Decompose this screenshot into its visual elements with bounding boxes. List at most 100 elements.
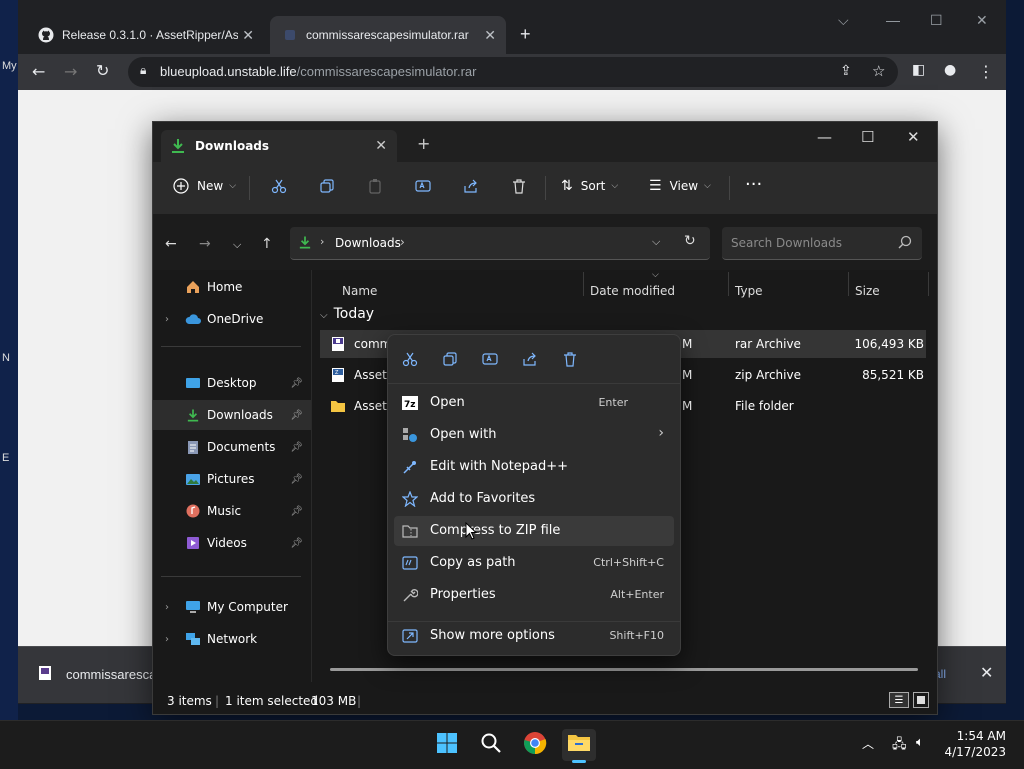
chrome-tab-download[interactable]: commissarescapesimulator.rar ✕ [270, 16, 506, 54]
chevron-right-icon[interactable]: › [165, 602, 169, 613]
close-button[interactable]: ✕ [976, 12, 988, 29]
close-icon[interactable]: ✕ [375, 138, 387, 154]
column-separator[interactable] [583, 272, 584, 296]
back-arrow-icon[interactable]: ← [165, 236, 177, 252]
menu-item-add-favorites[interactable]: Add to Favorites [394, 484, 674, 514]
nav-label: Documents [207, 440, 276, 454]
pin-icon[interactable]: 📌︎ [290, 378, 303, 389]
close-icon[interactable]: ✕ [980, 663, 993, 682]
volume-icon[interactable]: 🔈︎ [916, 735, 924, 750]
horizontal-scrollbar[interactable] [330, 668, 918, 671]
nav-item-documents[interactable]: Documents 📌︎ [153, 432, 311, 462]
chevron-right-icon[interactable]: › [165, 634, 169, 645]
menu-item-open[interactable]: 7z Open Enter [394, 388, 674, 418]
forward-arrow-icon[interactable]: → [64, 62, 77, 81]
cut-button[interactable] [400, 349, 420, 369]
forward-arrow-icon[interactable]: → [199, 236, 211, 252]
menu-dots-icon[interactable]: ⋮ [978, 62, 994, 81]
close-icon[interactable]: ✕ [242, 27, 254, 44]
new-tab-button[interactable]: + [520, 24, 531, 45]
copy-button[interactable] [440, 349, 460, 369]
column-separator[interactable] [928, 272, 929, 296]
lock-icon[interactable]: 🔒︎ [140, 63, 146, 78]
share-button[interactable] [520, 349, 540, 369]
group-header-today[interactable]: ⌵ Today [320, 306, 374, 322]
chrome-taskbar-button[interactable] [518, 729, 552, 761]
delete-button[interactable] [511, 178, 527, 194]
pin-icon[interactable]: 📌︎ [290, 538, 303, 549]
new-button[interactable]: New ⌵ [173, 178, 236, 194]
close-icon[interactable]: ✕ [484, 27, 496, 44]
nav-item-onedrive[interactable]: › OneDrive [153, 304, 311, 334]
column-separator[interactable] [728, 272, 729, 296]
file-type: rar Archive [735, 337, 801, 351]
chevron-down-icon[interactable]: ⌵ [652, 235, 660, 249]
paste-button[interactable] [367, 178, 383, 194]
address-bar[interactable]: 🔒︎ blueupload.unstable.life/commissaresc… [128, 57, 898, 87]
new-tab-button[interactable]: + [417, 134, 430, 153]
chevron-down-icon[interactable]: ⌵ [233, 238, 241, 252]
maximize-button[interactable]: ☐ [930, 12, 943, 29]
column-header-size[interactable]: Size [855, 284, 880, 298]
details-view-icon[interactable]: ☰ [889, 692, 909, 708]
side-panel-icon[interactable]: ◧ [912, 62, 925, 78]
bookmark-star-icon[interactable]: ☆ [872, 62, 885, 80]
nav-item-downloads[interactable]: Downloads 📌︎ [153, 400, 311, 430]
explorer-tab-downloads[interactable]: Downloads ✕ [161, 130, 397, 162]
menu-item-show-more-options[interactable]: Show more options Shift+F10 [394, 621, 674, 651]
view-button[interactable]: ☰ View ⌵ [649, 178, 711, 194]
copy-button[interactable] [319, 178, 335, 194]
pin-icon[interactable]: 📌︎ [290, 474, 303, 485]
search-button[interactable] [474, 729, 508, 761]
nav-item-desktop[interactable]: Desktop 📌︎ [153, 368, 311, 398]
chrome-tab-release[interactable]: Release 0.3.1.0 · AssetRipper/Asse ✕ [26, 16, 264, 54]
column-header-date[interactable]: Date modified [590, 284, 675, 298]
sort-button[interactable]: ⇅ Sort ⌵ [561, 178, 618, 194]
share-button[interactable] [463, 178, 479, 194]
network-icon[interactable]: 🖧︎ [892, 735, 907, 757]
share-icon[interactable]: ⇪ [840, 63, 852, 79]
up-arrow-icon[interactable]: ↑ [261, 236, 273, 252]
pin-icon[interactable]: 📌︎ [290, 410, 303, 421]
nav-item-videos[interactable]: Videos 📌︎ [153, 528, 311, 558]
minimize-button[interactable]: — [886, 12, 900, 28]
clock-time[interactable]: 1:54 AM [940, 729, 1006, 743]
chevron-up-icon[interactable]: ︿ [862, 735, 874, 752]
pin-icon[interactable]: 📌︎ [290, 506, 303, 517]
column-separator[interactable] [848, 272, 849, 296]
reload-icon[interactable]: ↻ [96, 61, 109, 80]
nav-item-music[interactable]: Music 📌︎ [153, 496, 311, 526]
start-button[interactable] [430, 729, 464, 761]
download-file-name[interactable]: commissaresca [66, 667, 156, 682]
minimize-button[interactable]: — [817, 128, 832, 146]
delete-button[interactable] [560, 349, 580, 369]
clock-date[interactable]: 4/17/2023 [940, 745, 1006, 759]
menu-item-open-with[interactable]: Open with › [394, 420, 674, 450]
column-header-name[interactable]: Name [342, 284, 377, 298]
menu-item-copy-path[interactable]: Copy as path Ctrl+Shift+C [394, 548, 674, 578]
file-explorer-taskbar-button[interactable] [562, 729, 596, 763]
more-options-button[interactable]: ··· [745, 174, 762, 195]
refresh-icon[interactable]: ↻ [684, 233, 696, 249]
nav-item-home[interactable]: Home [153, 272, 311, 302]
rename-button[interactable] [415, 178, 431, 194]
close-button[interactable]: ✕ [907, 128, 920, 146]
menu-item-compress-zip[interactable]: Compress to ZIP file [394, 516, 674, 546]
nav-item-my-computer[interactable]: › My Computer [153, 592, 311, 622]
tiles-view-icon[interactable] [913, 692, 929, 708]
chevron-down-icon[interactable]: ⌵ [838, 12, 849, 29]
cut-button[interactable] [271, 178, 287, 194]
menu-item-properties[interactable]: Properties Alt+Enter [394, 580, 674, 610]
nav-item-network[interactable]: › Network [153, 624, 311, 654]
profile-icon[interactable]: ● [944, 62, 956, 78]
chevron-right-icon[interactable]: › [165, 314, 169, 325]
address-bar[interactable]: › Downloads › ⌵ ↻ [290, 227, 710, 260]
maximize-button[interactable]: ☐ [861, 128, 874, 146]
back-arrow-icon[interactable]: ← [32, 62, 45, 81]
rename-button[interactable] [480, 349, 500, 369]
column-header-type[interactable]: Type [735, 284, 763, 298]
nav-item-pictures[interactable]: Pictures 📌︎ [153, 464, 311, 494]
search-input[interactable]: Search Downloads [722, 227, 922, 260]
pin-icon[interactable]: 📌︎ [290, 442, 303, 453]
menu-item-edit-notepadpp[interactable]: Edit with Notepad++ [394, 452, 674, 482]
